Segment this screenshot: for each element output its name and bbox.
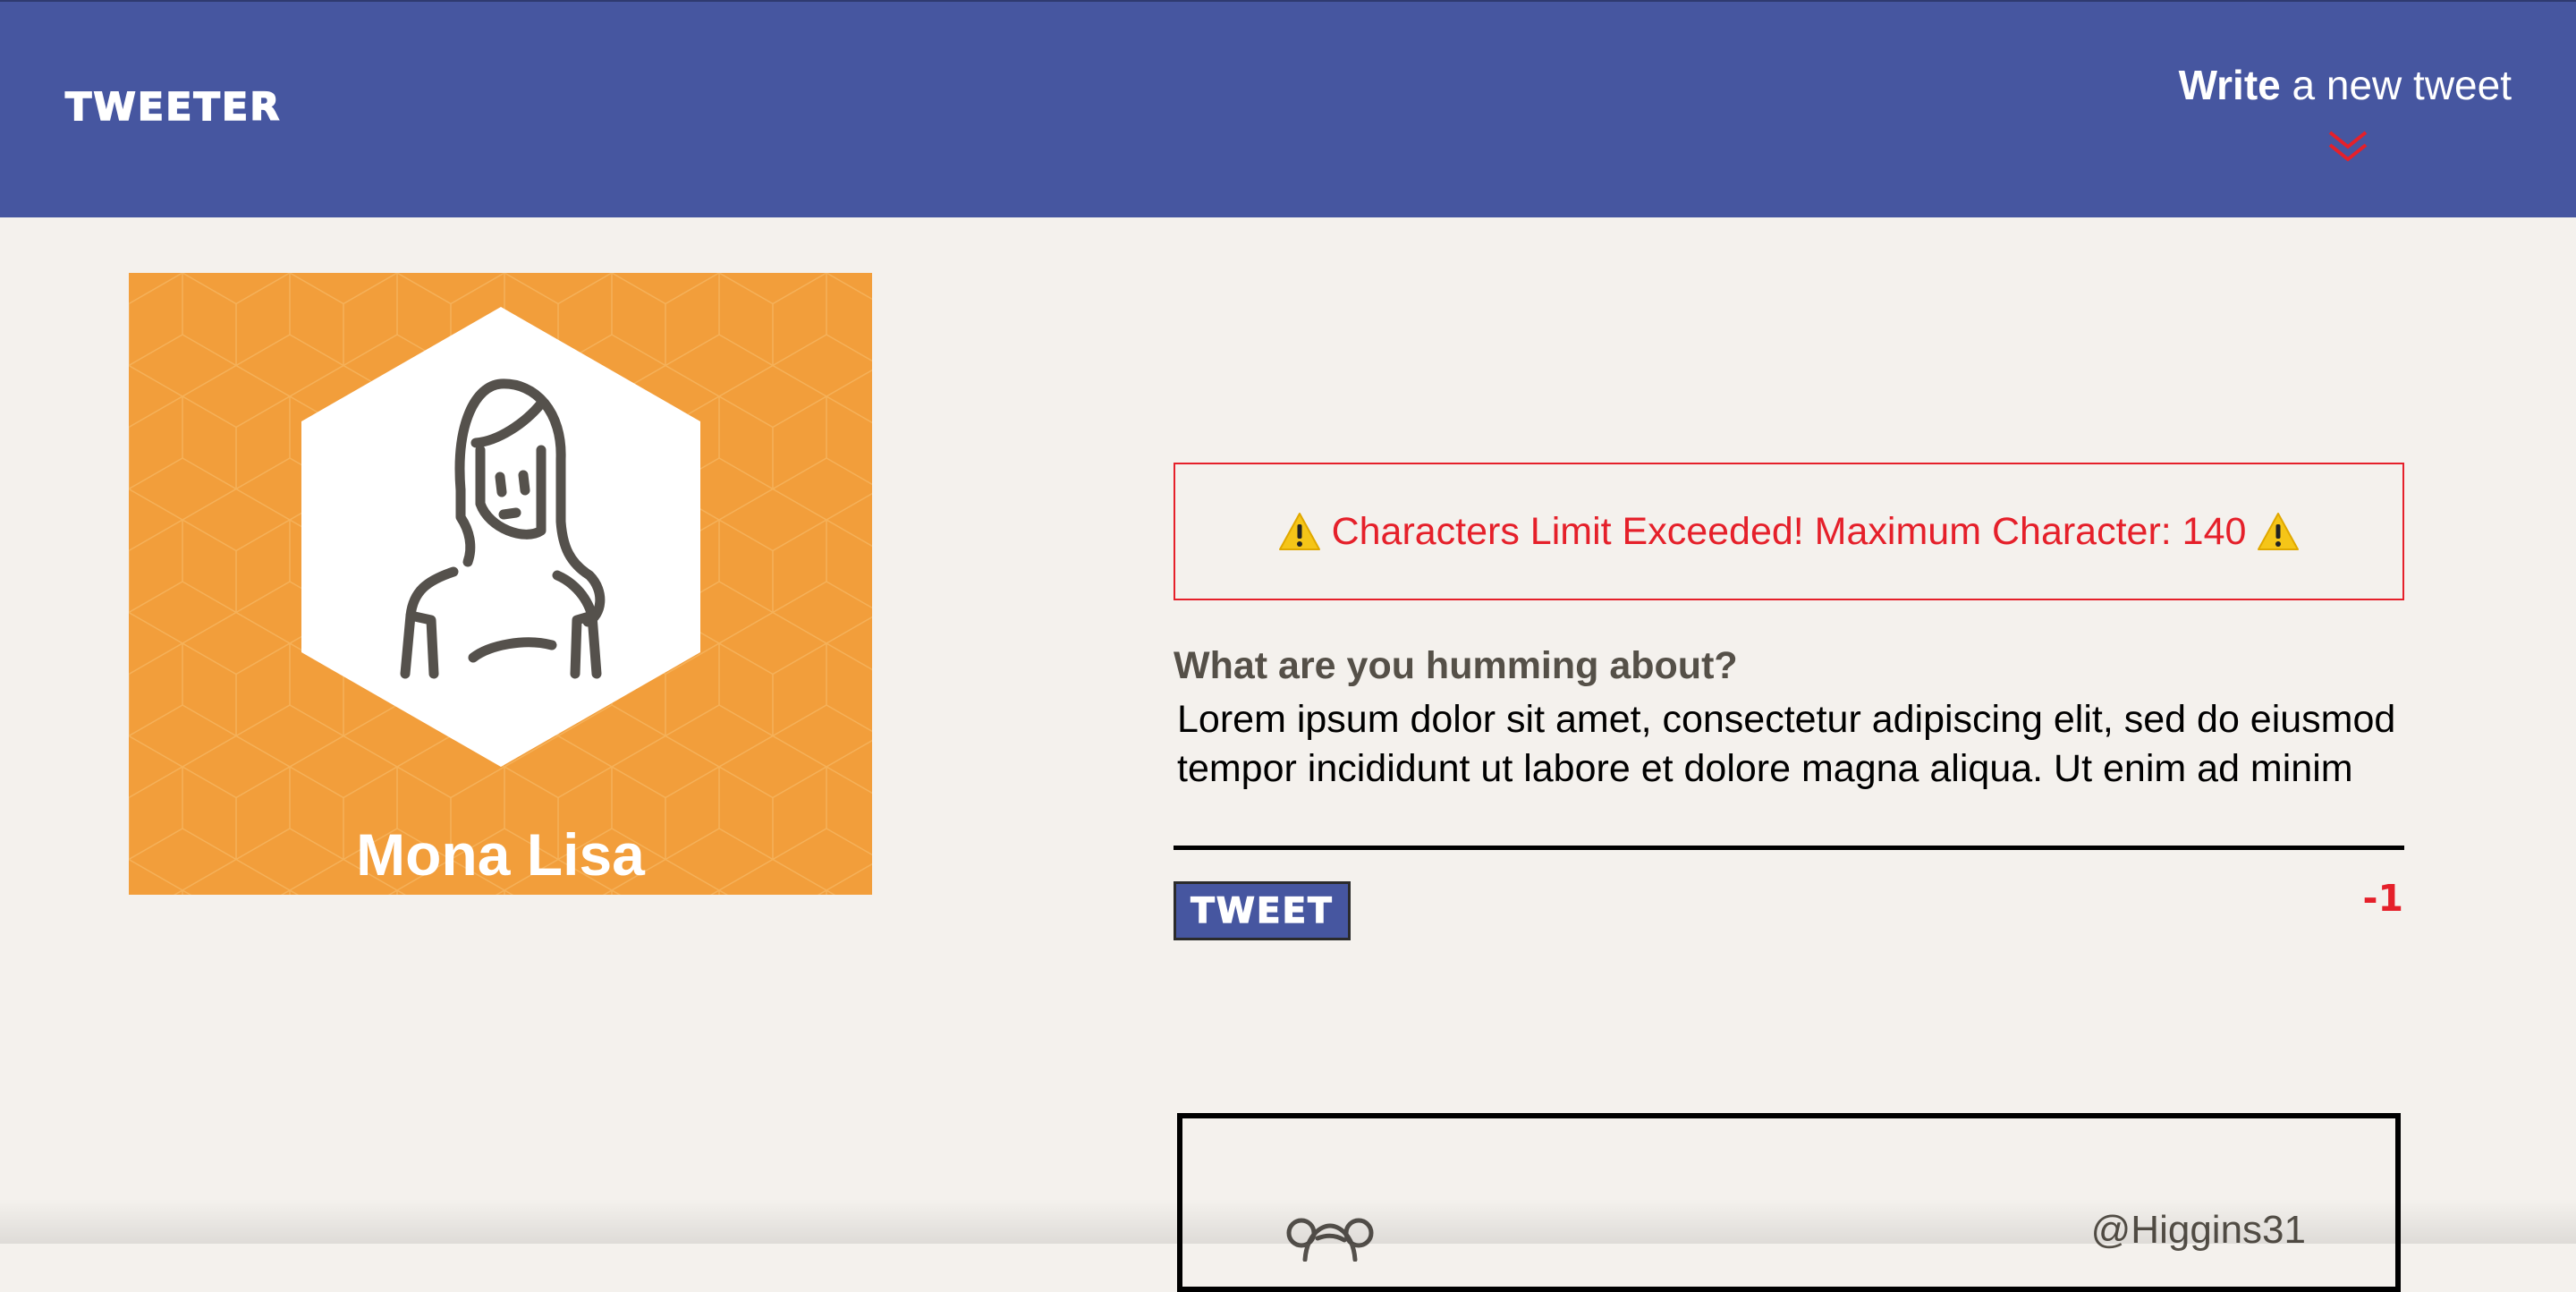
tweet-card: @Higgins31 xyxy=(1177,1113,2401,1292)
girl-avatar-icon xyxy=(1286,1218,1374,1262)
composer-prompt: What are you humming about? xyxy=(1174,644,1738,687)
tweet-button[interactable]: TWEET xyxy=(1174,881,1351,940)
alert-message: Characters Limit Exceeded! Maximum Chara… xyxy=(1331,509,2247,553)
char-counter: -1 xyxy=(2362,877,2403,920)
woman-avatar-icon xyxy=(301,307,700,767)
profile-name: Mona Lisa xyxy=(356,821,645,888)
brand-logo[interactable]: TWEETER xyxy=(64,84,281,131)
profile-card: Mona Lisa xyxy=(129,273,872,895)
new-tweet-label: a new tweet xyxy=(2280,62,2512,108)
write-tweet-link[interactable]: Write a new tweet xyxy=(2179,61,2512,109)
tweet-textarea[interactable]: Lorem ipsum dolor sit amet, consectetur … xyxy=(1174,695,2404,850)
top-nav: TWEETER Write a new tweet xyxy=(0,0,2576,217)
double-chevron-down-icon[interactable] xyxy=(2323,129,2373,165)
char-limit-alert: Characters Limit Exceeded! Maximum Chara… xyxy=(1174,463,2404,600)
warning-icon xyxy=(1278,513,1320,550)
warning-icon xyxy=(2258,513,2300,550)
tweet-handle[interactable]: @Higgins31 xyxy=(2091,1208,2306,1253)
write-label: Write xyxy=(2178,62,2281,108)
